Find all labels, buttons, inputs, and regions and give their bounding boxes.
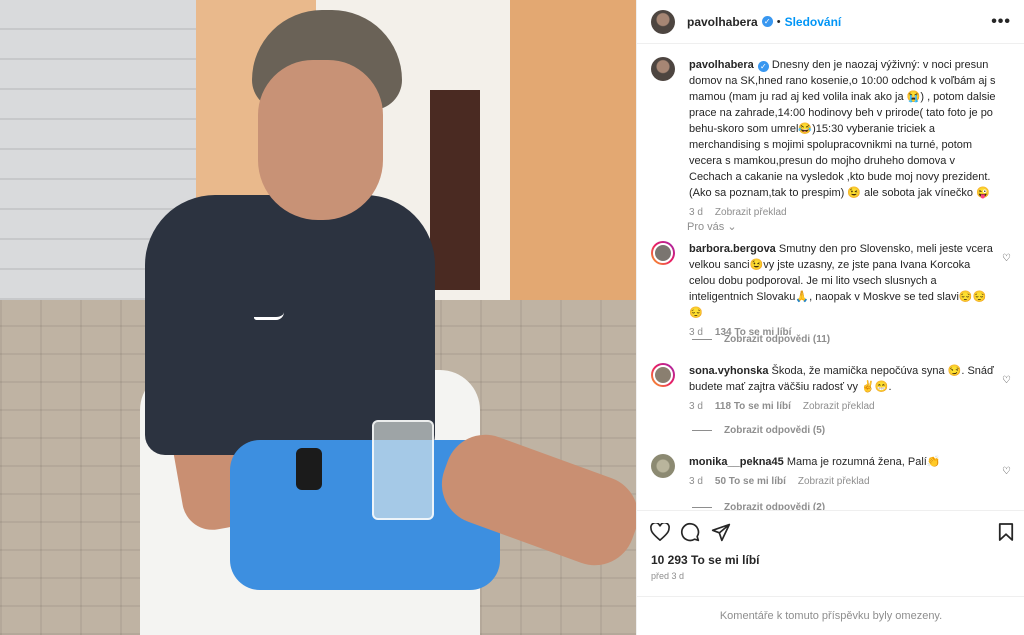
caption-username[interactable]: pavolhabera <box>689 59 754 71</box>
comments-list[interactable]: pavolhabera ✓ Dnesny den je naozaj výživn… <box>637 45 1024 510</box>
comment-like-heart-icon[interactable]: ♡ <box>1002 375 1011 386</box>
view-replies-link[interactable]: Zobrazit odpovědi (2) <box>692 502 825 510</box>
photo-shirt-logo <box>254 312 284 320</box>
bookmark-icon[interactable] <box>995 521 1017 543</box>
share-icon[interactable] <box>710 521 732 543</box>
likes-count[interactable]: 10 293 To se mi líbí <box>651 553 760 567</box>
verified-icon: ✓ <box>761 16 773 27</box>
comment-like-heart-icon[interactable]: ♡ <box>1002 253 1011 264</box>
comment-meta: 3 d 50 To se mi líbí Zobrazit překlad <box>689 474 999 490</box>
comment-username[interactable]: monika__pekna45 <box>689 456 784 468</box>
heart-icon[interactable] <box>649 521 671 543</box>
avatar[interactable] <box>651 9 675 34</box>
follow-button[interactable]: Sledování <box>785 15 842 29</box>
comment-username[interactable]: sona.vyhonska <box>689 365 768 377</box>
photo-door <box>430 90 480 290</box>
avatar[interactable] <box>651 454 675 478</box>
view-replies-label: Zobrazit odpovědi (11) <box>724 334 831 345</box>
photo-wall-right <box>510 0 636 300</box>
comments-limited-notice: Komentáře k tomuto příspěvku byly omezen… <box>637 596 1024 635</box>
caption-body: pavolhabera ✓ Dnesny den je naozaj výživn… <box>689 57 999 221</box>
username-link[interactable]: pavolhabera <box>687 15 758 29</box>
post-photo[interactable] <box>0 0 636 635</box>
post-timestamp[interactable]: před 3 d <box>651 571 684 581</box>
comment-icon[interactable] <box>679 521 701 543</box>
avatar[interactable] <box>651 363 675 387</box>
verified-icon: ✓ <box>757 61 769 72</box>
for-you-filter[interactable]: Pro vás ⌄ <box>687 220 737 233</box>
translate-link[interactable]: Zobrazit překlad <box>715 205 787 221</box>
caption-meta: 3 d Zobrazit překlad <box>689 205 999 221</box>
comment-likes[interactable]: 118 To se mi líbí <box>715 399 791 415</box>
comment-time[interactable]: 3 d <box>689 399 703 415</box>
comment-meta: 3 d 118 To se mi líbí Zobrazit překlad <box>689 399 999 415</box>
comment-body: barbora.bergova Smutny den pro Slovensko… <box>689 241 999 341</box>
chevron-down-icon: ⌄ <box>727 221 737 233</box>
translate-link[interactable]: Zobrazit překlad <box>803 399 875 415</box>
separator-dot: • <box>776 15 781 28</box>
photo-watch <box>296 448 322 490</box>
translate-link[interactable]: Zobrazit překlad <box>798 474 870 490</box>
photo-shirt <box>145 195 435 455</box>
view-replies-label: Zobrazit odpovědi (2) <box>724 502 826 510</box>
view-replies-label: Zobrazit odpovědi (5) <box>724 425 826 436</box>
caption-text: Dnesny den je naozaj výživný: v noci pre… <box>689 59 996 199</box>
avatar[interactable] <box>651 241 675 265</box>
view-replies-link[interactable]: Zobrazit odpovědi (5) <box>692 425 825 436</box>
comment-username[interactable]: barbora.bergova <box>689 243 776 255</box>
post-side-panel: pavolhabera ✓ • Sledování ••• pavolhaber… <box>636 0 1024 635</box>
replies-divider <box>692 339 712 340</box>
post-header: pavolhabera ✓ • Sledování ••• <box>637 0 1024 44</box>
avatar[interactable] <box>651 57 675 81</box>
action-bar: 10 293 To se mi líbí před 3 d <box>637 510 1024 598</box>
comment-like-heart-icon[interactable]: ♡ <box>1002 466 1011 477</box>
comment-body: monika__pekna45 Mama je rozumná žena, Pa… <box>689 454 999 490</box>
comment-likes[interactable]: 50 To se mi líbí <box>715 474 786 490</box>
comment-text: Mama je rozumná žena, Palí👏 <box>786 456 941 468</box>
view-replies-link[interactable]: Zobrazit odpovědi (11) <box>692 334 830 345</box>
comment-time[interactable]: 3 d <box>689 474 703 490</box>
caption-time[interactable]: 3 d <box>689 205 703 221</box>
photo-head <box>258 60 383 220</box>
photo-glass <box>372 420 434 520</box>
replies-divider <box>692 507 712 508</box>
more-icon[interactable]: ••• <box>991 13 1011 31</box>
comment-body: sona.vyhonska Škoda, že mamička nepočúva… <box>689 363 999 415</box>
for-you-label: Pro vás <box>687 221 725 233</box>
replies-divider <box>692 430 712 431</box>
